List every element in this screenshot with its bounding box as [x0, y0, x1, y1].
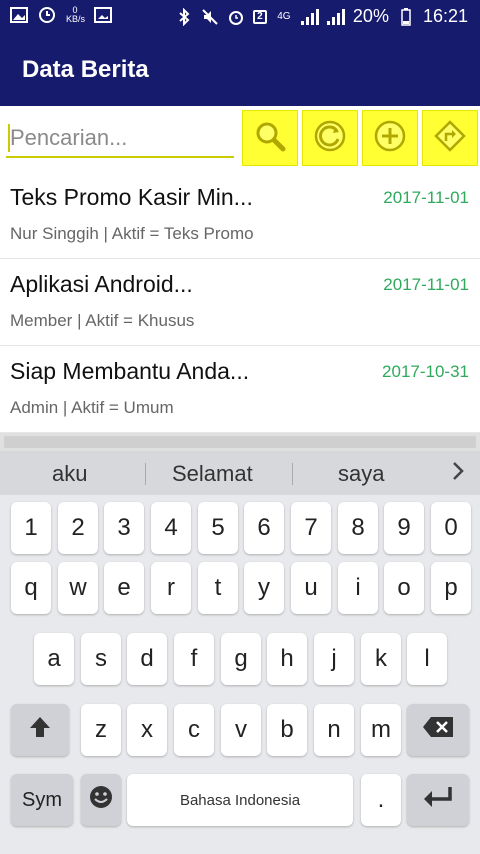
- image-icon: [94, 6, 112, 24]
- page-title: Data Berita: [22, 56, 149, 83]
- key-w[interactable]: w: [58, 562, 98, 614]
- key-7[interactable]: 7: [291, 502, 331, 554]
- news-date: 2017-11-01: [383, 275, 469, 294]
- space-key[interactable]: Bahasa Indonesia: [127, 774, 353, 826]
- key-j[interactable]: j: [314, 633, 354, 685]
- chevron-right-icon[interactable]: [450, 457, 466, 491]
- key-3[interactable]: 3: [104, 502, 144, 554]
- key-m[interactable]: m: [361, 704, 401, 756]
- key-g[interactable]: g: [221, 633, 261, 685]
- news-meta: Admin | Aktif = Umum: [10, 398, 174, 417]
- network-type: 4G: [277, 10, 291, 22]
- mute-icon: [201, 8, 219, 26]
- news-title: Teks Promo Kasir Min...: [10, 184, 253, 210]
- key-e[interactable]: e: [104, 562, 144, 614]
- sim-badge: 2: [252, 9, 267, 24]
- key-4[interactable]: 4: [151, 502, 191, 554]
- news-list: Teks Promo Kasir Min... 2017-11-01 Nur S…: [0, 172, 480, 433]
- key-8[interactable]: 8: [338, 502, 378, 554]
- refresh-button[interactable]: [302, 110, 358, 166]
- key-c[interactable]: c: [174, 704, 214, 756]
- news-title: Aplikasi Android...: [10, 271, 193, 297]
- key-k[interactable]: k: [361, 633, 401, 685]
- sym-key[interactable]: Sym: [11, 774, 73, 826]
- key-t[interactable]: t: [198, 562, 238, 614]
- alarm-clock-icon: [227, 8, 245, 26]
- key-r[interactable]: r: [151, 562, 191, 614]
- battery-icon: [397, 7, 415, 26]
- key-a[interactable]: a: [34, 633, 74, 685]
- key-h[interactable]: h: [267, 633, 307, 685]
- key-5[interactable]: 5: [198, 502, 238, 554]
- key-p[interactable]: p: [431, 562, 471, 614]
- shift-icon: [28, 715, 52, 746]
- key-x[interactable]: x: [127, 704, 167, 756]
- suggestion-3[interactable]: saya: [338, 461, 384, 487]
- suggestion-2[interactable]: Selamat: [172, 461, 253, 487]
- signal-icon: [300, 8, 319, 25]
- news-title: Siap Membantu Anda...: [10, 358, 250, 384]
- app-bar: Data Berita: [0, 34, 480, 106]
- list-item[interactable]: Siap Membantu Anda... 2017-10-31 Admin |…: [0, 346, 480, 433]
- direction-sign-icon: [433, 119, 467, 158]
- news-date: 2017-11-01: [383, 188, 469, 207]
- key-o[interactable]: o: [384, 562, 424, 614]
- enter-key[interactable]: [407, 774, 469, 826]
- key-0[interactable]: 0: [431, 502, 471, 554]
- battery-percent: 20%: [352, 6, 389, 26]
- keyboard: aku Selamat saya 1 2 3 4 5 6 7 8 9 0 q w…: [0, 451, 480, 854]
- news-meta: Member | Aktif = Khusus: [10, 311, 195, 330]
- bluetooth-icon: [175, 7, 193, 26]
- suggestion-1[interactable]: aku: [52, 461, 87, 487]
- backspace-icon: [422, 716, 454, 745]
- gallery-icon: [10, 6, 28, 24]
- alarm-icon: [38, 6, 56, 24]
- enter-icon: [422, 785, 454, 816]
- list-scroll-strip: [0, 433, 480, 451]
- key-q[interactable]: q: [11, 562, 51, 614]
- backspace-key[interactable]: [407, 704, 469, 756]
- news-meta: Nur Singgih | Aktif = Teks Promo: [10, 224, 254, 243]
- list-item[interactable]: Aplikasi Android... 2017-11-01 Member | …: [0, 259, 480, 346]
- key-z[interactable]: z: [81, 704, 121, 756]
- search-button[interactable]: [242, 110, 298, 166]
- key-s[interactable]: s: [81, 633, 121, 685]
- emoji-key[interactable]: [81, 774, 121, 826]
- key-d[interactable]: d: [127, 633, 167, 685]
- key-2[interactable]: 2: [58, 502, 98, 554]
- key-y[interactable]: y: [244, 562, 284, 614]
- key-u[interactable]: u: [291, 562, 331, 614]
- key-b[interactable]: b: [267, 704, 307, 756]
- clock: 16:21: [422, 6, 468, 26]
- key-f[interactable]: f: [174, 633, 214, 685]
- list-item[interactable]: Teks Promo Kasir Min... 2017-11-01 Nur S…: [0, 172, 480, 259]
- suggestion-bar: aku Selamat saya: [0, 451, 480, 495]
- search-row: [0, 106, 480, 172]
- news-date: 2017-10-31: [382, 362, 469, 381]
- key-v[interactable]: v: [221, 704, 261, 756]
- status-bar: 0 KB/s 2 4G 20% 16:21: [0, 0, 480, 34]
- plus-icon: [373, 119, 407, 158]
- key-9[interactable]: 9: [384, 502, 424, 554]
- period-key[interactable]: .: [361, 774, 401, 826]
- data-rate: 0 KB/s: [66, 5, 86, 24]
- route-button[interactable]: [422, 110, 478, 166]
- key-6[interactable]: 6: [244, 502, 284, 554]
- shift-key[interactable]: [11, 704, 69, 756]
- refresh-icon: [313, 119, 347, 158]
- emoji-icon: [88, 784, 114, 817]
- search-input[interactable]: [6, 120, 234, 158]
- key-i[interactable]: i: [338, 562, 378, 614]
- text-caret: [8, 124, 10, 152]
- add-button[interactable]: [362, 110, 418, 166]
- key-l[interactable]: l: [407, 633, 447, 685]
- key-n[interactable]: n: [314, 704, 354, 756]
- key-1[interactable]: 1: [11, 502, 51, 554]
- signal-icon-2: [326, 8, 345, 25]
- search-icon: [253, 119, 287, 158]
